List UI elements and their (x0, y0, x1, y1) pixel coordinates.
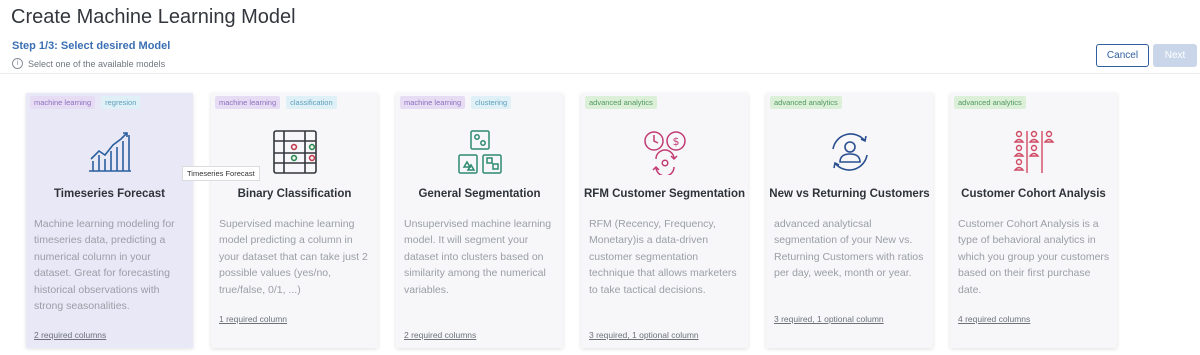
card-description: advanced analyticsal segmentation of you… (774, 218, 924, 280)
tag: advanced analytics (585, 96, 657, 109)
tag: machine learning (400, 96, 466, 109)
page-title: Create Machine Learning Model (11, 6, 296, 28)
card-requirement-link[interactable]: 3 required, 1 optional column (774, 314, 884, 324)
model-card-customer-cohort-analysis[interactable]: advanced analytics Customer Cohort Analy… (950, 93, 1117, 348)
card-title: General Segmentation (418, 188, 541, 200)
tag: machine learning (30, 96, 96, 109)
card-description: Unsupervised machine learning model. It … (404, 218, 552, 296)
model-card-binary-classification[interactable]: machine learning classification Binary C… (211, 93, 378, 348)
tag: clustering (471, 96, 512, 109)
classification-grid-icon (273, 130, 317, 174)
card-tags: advanced analytics (585, 96, 657, 109)
card-tags: machine learning regresion (30, 96, 141, 109)
returning-customer-icon (832, 133, 868, 171)
card-tags: machine learning classification (215, 96, 337, 109)
cohort-people-icon (1013, 130, 1055, 173)
card-description: Supervised machine learning model predic… (219, 218, 368, 296)
card-title: New vs Returning Customers (769, 188, 930, 200)
step-hint-text: Select one of the available models (28, 58, 166, 69)
header-divider (0, 73, 1200, 74)
tag: machine learning (215, 96, 281, 109)
card-requirement-link[interactable]: 2 required columns (34, 330, 106, 340)
card-requirement-link[interactable]: 2 required columns (404, 330, 476, 340)
tag: classification (286, 96, 337, 109)
tag: regresion (101, 96, 141, 109)
tooltip: Timeseries Forecast (182, 166, 260, 181)
card-tags: advanced analytics (770, 96, 842, 109)
card-title: RFM Customer Segmentation (583, 188, 745, 200)
line-chart-icon (89, 132, 131, 172)
rfm-clock-dollar-icon: $ (644, 131, 686, 175)
svg-text:$: $ (673, 135, 680, 148)
next-button[interactable]: Next (1153, 44, 1197, 67)
model-card-general-segmentation[interactable]: machine learning clustering General Segm… (396, 93, 563, 348)
card-title: Timeseries Forecast (53, 188, 166, 200)
card-title: Customer Cohort Analysis (961, 188, 1106, 200)
cancel-button[interactable]: Cancel (1096, 44, 1149, 67)
card-title: Binary Classification (237, 188, 352, 200)
model-card-timeseries-forecast[interactable]: machine learning regresion Timeseries Fo… (26, 93, 193, 348)
info-icon: i (12, 58, 23, 69)
card-description: RFM (Recency, Frequency, Monetary)is a d… (589, 218, 737, 296)
cluster-boxes-icon (458, 130, 502, 174)
tag: advanced analytics (770, 96, 842, 109)
card-requirement-link[interactable]: 1 required column (219, 314, 287, 324)
card-description: Customer Cohort Analysis is a type of be… (958, 218, 1110, 296)
tag: advanced analytics (954, 96, 1026, 109)
card-tags: machine learning clustering (400, 96, 512, 109)
model-card-rfm-customer-segmentation[interactable]: advanced analytics $ RFM Customer Segmen… (581, 93, 748, 348)
card-description: Machine learning modeling for timeseries… (34, 218, 175, 313)
card-requirement-link[interactable]: 4 required columns (958, 314, 1030, 324)
step-label: Step 1/3: Select desired Model (12, 40, 171, 52)
model-card-new-vs-returning-customers[interactable]: advanced analytics New vs Returning Cust… (766, 93, 933, 348)
card-requirement-link[interactable]: 3 required, 1 optional column (589, 330, 699, 340)
step-hint: i Select one of the available models (12, 58, 165, 69)
card-tags: advanced analytics (954, 96, 1026, 109)
